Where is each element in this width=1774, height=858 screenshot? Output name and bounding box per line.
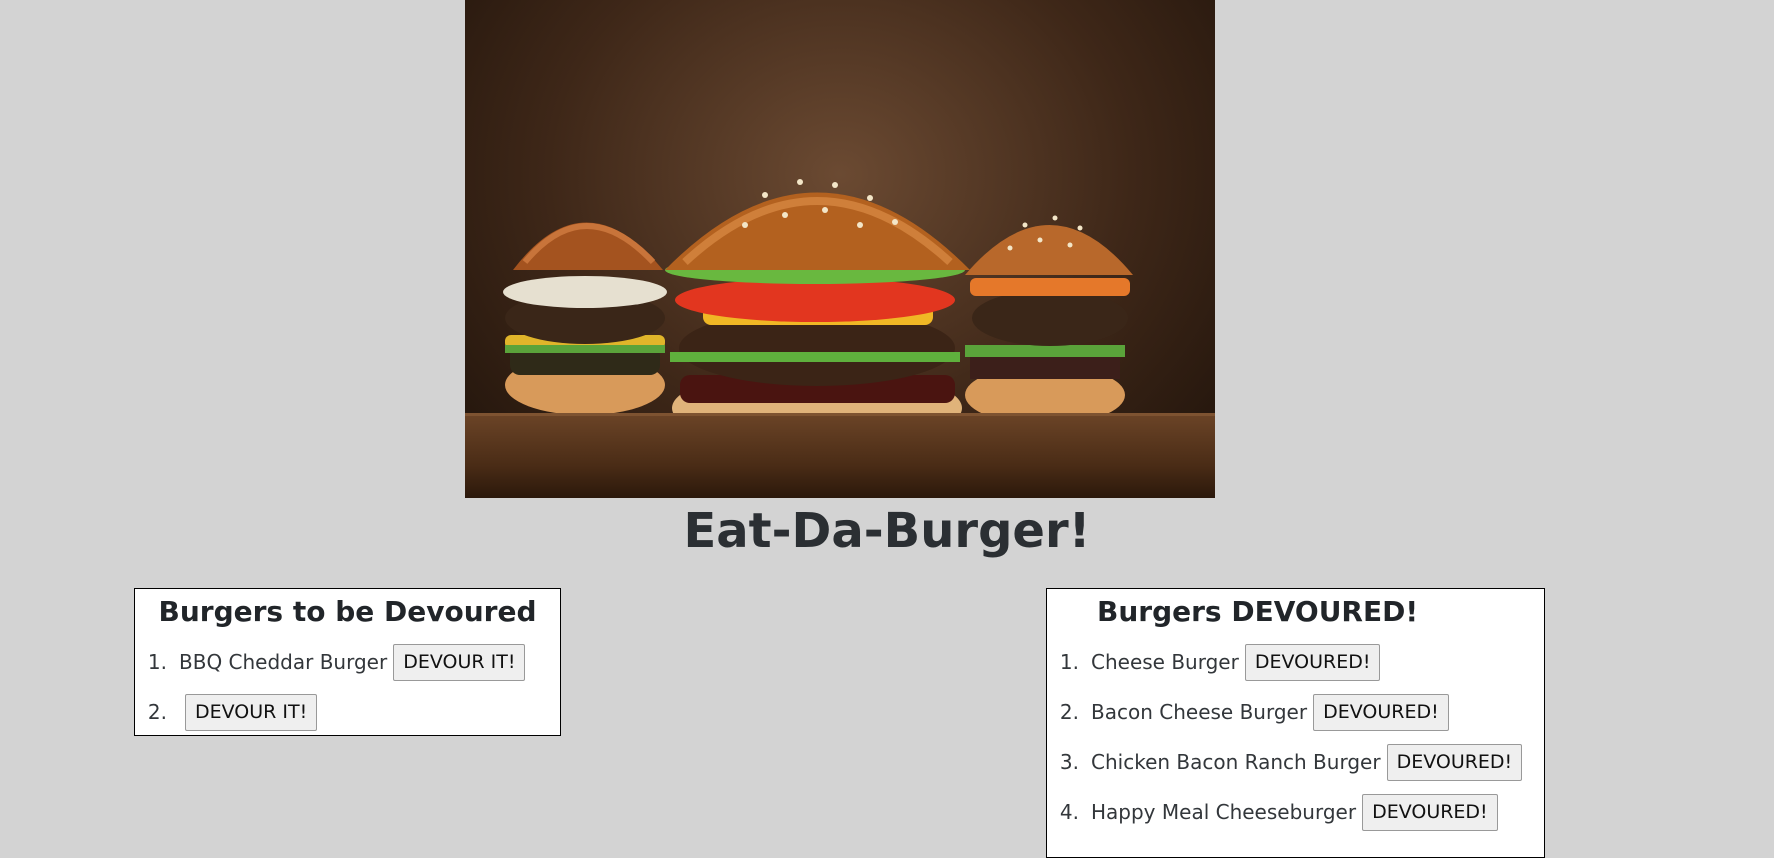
list-item-number: 3. xyxy=(1059,750,1079,774)
hero-burger-image xyxy=(465,0,1215,498)
devoured-button[interactable]: DEVOURED! xyxy=(1362,793,1498,831)
list-item: 3. Chicken Bacon Ranch Burger DEVOURED! xyxy=(1047,737,1544,787)
list-item: 1. BBQ Cheddar Burger DEVOUR IT! xyxy=(135,637,560,687)
to-be-devoured-panel: Burgers to be Devoured 1. BBQ Cheddar Bu… xyxy=(134,588,561,736)
center-burger xyxy=(665,179,970,448)
list-item-number: 2. xyxy=(1059,700,1079,724)
devoured-button[interactable]: DEVOURED! xyxy=(1313,693,1449,731)
list-item-number: 1. xyxy=(1059,650,1079,674)
burger-name: BBQ Cheddar Burger xyxy=(179,650,388,674)
left-burger xyxy=(503,222,667,415)
list-item-number: 2. xyxy=(147,700,167,724)
page-title: Eat-Da-Burger! xyxy=(683,503,1091,559)
burger-name: Happy Meal Cheeseburger xyxy=(1091,800,1357,824)
devoured-panel: Burgers DEVOURED! 1. Cheese Burger DEVOU… xyxy=(1046,588,1545,858)
right-burger xyxy=(965,215,1133,425)
devour-it-button[interactable]: DEVOUR IT! xyxy=(393,643,526,681)
list-item-number: 1. xyxy=(147,650,167,674)
list-item-number: 4. xyxy=(1059,800,1079,824)
to-be-devoured-list: 1. BBQ Cheddar Burger DEVOUR IT! 2. DEVO… xyxy=(135,637,560,737)
devoured-heading: Burgers DEVOURED! xyxy=(1097,595,1419,628)
burger-name: Chicken Bacon Ranch Burger xyxy=(1091,750,1381,774)
list-item: 4. Happy Meal Cheeseburger DEVOURED! xyxy=(1047,787,1544,837)
list-item: 2. DEVOUR IT! xyxy=(135,687,560,737)
devoured-button[interactable]: DEVOURED! xyxy=(1386,743,1523,781)
devoured-button[interactable]: DEVOURED! xyxy=(1244,643,1381,681)
devour-it-button[interactable]: DEVOUR IT! xyxy=(185,693,318,731)
burger-name: Bacon Cheese Burger xyxy=(1091,700,1308,724)
devoured-list: 1. Cheese Burger DEVOURED! 2. Bacon Chee… xyxy=(1047,637,1544,837)
burger-name: Cheese Burger xyxy=(1091,650,1239,674)
list-item: 2. Bacon Cheese Burger DEVOURED! xyxy=(1047,687,1544,737)
list-item: 1. Cheese Burger DEVOURED! xyxy=(1047,637,1544,687)
wooden-board xyxy=(465,413,1215,498)
to-be-devoured-heading: Burgers to be Devoured xyxy=(158,595,537,628)
